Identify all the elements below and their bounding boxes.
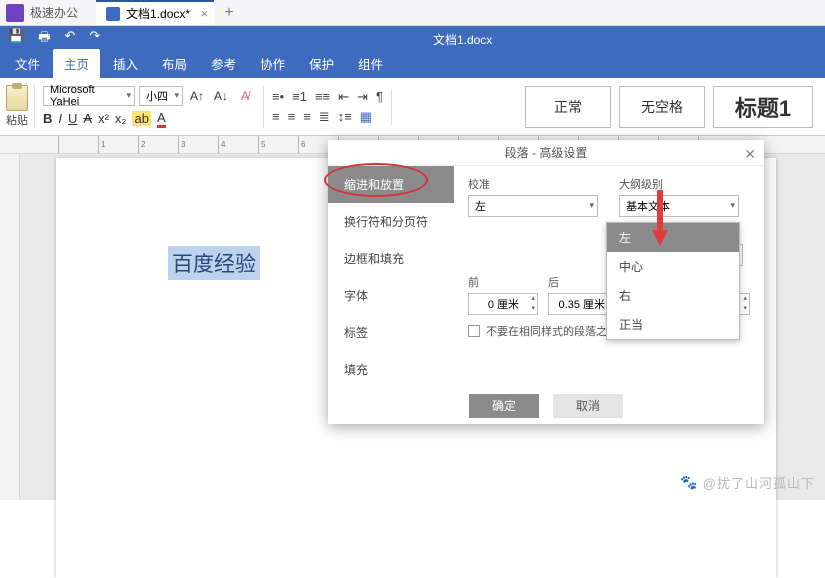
align-option-center[interactable]: 中心 bbox=[607, 252, 739, 281]
numbering-button[interactable]: ≡1 bbox=[292, 89, 307, 105]
vertical-ruler[interactable] bbox=[0, 154, 20, 500]
paste-label: 粘贴 bbox=[6, 112, 28, 128]
shading-button[interactable]: ▦ bbox=[360, 109, 372, 125]
grow-font-icon[interactable]: A↑ bbox=[187, 86, 207, 106]
bold-button[interactable]: B bbox=[43, 111, 52, 126]
ribbon-tab-insert[interactable]: 插入 bbox=[102, 49, 149, 78]
ribbon-tab-file[interactable]: 文件 bbox=[4, 49, 51, 78]
font-size-combo[interactable]: 小四 bbox=[139, 86, 183, 106]
show-marks-button[interactable]: ¶ bbox=[376, 89, 383, 105]
font-color-button[interactable]: A bbox=[157, 110, 166, 128]
ribbon-tab-protect[interactable]: 保护 bbox=[298, 49, 345, 78]
ribbon-tab-layout[interactable]: 布局 bbox=[151, 49, 198, 78]
redo-icon[interactable]: ↷ bbox=[89, 28, 100, 50]
increase-indent-button[interactable]: ⇥ bbox=[357, 89, 368, 105]
align-right-button[interactable]: ≡ bbox=[303, 109, 311, 125]
bullets-button[interactable]: ≡• bbox=[272, 89, 284, 105]
sidebar-item-fill[interactable]: 填充 bbox=[328, 351, 454, 388]
italic-button[interactable]: I bbox=[58, 111, 62, 126]
sidebar-item-font[interactable]: 字体 bbox=[328, 277, 454, 314]
paste-icon[interactable] bbox=[6, 85, 28, 111]
paragraph-group: ≡• ≡1 ≡≡ ⇤ ⇥ ¶ ≡ ≡ ≡ ≣ ↕≡ ▦ bbox=[272, 89, 392, 125]
checkbox-icon bbox=[468, 325, 480, 337]
label-outline: 大纲级别 bbox=[619, 176, 750, 192]
shrink-font-icon[interactable]: A↓ bbox=[211, 86, 231, 106]
align-option-right[interactable]: 右 bbox=[607, 281, 739, 310]
ribbon-tab-components[interactable]: 组件 bbox=[347, 49, 394, 78]
dialog-titlebar[interactable]: 段落 - 高级设置 ✕ bbox=[328, 140, 764, 166]
app-icon bbox=[6, 4, 24, 22]
sidebar-item-indent[interactable]: 缩进和放置 bbox=[328, 166, 454, 203]
close-tab-icon[interactable]: × bbox=[200, 6, 208, 21]
dialog-title: 段落 - 高级设置 bbox=[505, 144, 588, 161]
ribbon-tab-references[interactable]: 参考 bbox=[200, 49, 247, 78]
save-icon[interactable]: 💾 bbox=[8, 28, 24, 50]
multilevel-button[interactable]: ≡≡ bbox=[315, 89, 330, 105]
ribbon-home: 粘贴 Microsoft YaHei 小四 A↑ A↓ A̸ B I U A x… bbox=[0, 78, 825, 136]
underline-button[interactable]: U bbox=[68, 111, 77, 126]
clear-format-icon[interactable]: A̸ bbox=[235, 86, 255, 106]
app-name: 极速办公 bbox=[30, 0, 78, 25]
alignment-dropdown: 左 中心 右 正当 bbox=[606, 222, 740, 340]
label-before: 前 bbox=[468, 274, 538, 290]
ribbon-tab-collab[interactable]: 协作 bbox=[249, 49, 296, 78]
spacing-before-input[interactable]: 0 厘米 bbox=[468, 293, 538, 315]
highlight-button[interactable]: ab bbox=[132, 111, 150, 126]
style-nospace[interactable]: 无空格 bbox=[619, 86, 705, 128]
watermark: @扰了山河孤山下 bbox=[680, 473, 815, 492]
ribbon-tabs: 文件 主页 插入 布局 参考 协作 保护 组件 bbox=[0, 52, 825, 78]
alignment-combo[interactable]: 左 bbox=[468, 195, 598, 217]
doc-icon bbox=[106, 7, 120, 21]
subscript-button[interactable]: x₂ bbox=[115, 111, 127, 126]
dialog-sidebar: 缩进和放置 换行符和分页符 边框和填充 字体 标签 填充 bbox=[328, 166, 454, 388]
style-normal[interactable]: 正常 bbox=[525, 86, 611, 128]
superscript-button[interactable]: x² bbox=[98, 111, 109, 126]
outline-combo[interactable]: 基本文本 bbox=[619, 195, 739, 217]
font-name-combo[interactable]: Microsoft YaHei bbox=[43, 86, 135, 106]
styles-group: 正常 无空格 标题1 bbox=[525, 86, 813, 128]
label-alignment: 校准 bbox=[468, 176, 599, 192]
align-option-justify[interactable]: 正当 bbox=[607, 310, 739, 339]
document-tab[interactable]: 文档1.docx* × bbox=[96, 0, 214, 25]
sidebar-item-tabs[interactable]: 标签 bbox=[328, 314, 454, 351]
decrease-indent-button[interactable]: ⇤ bbox=[338, 89, 349, 105]
dialog-footer: 确定 取消 bbox=[328, 388, 764, 424]
ok-button[interactable]: 确定 bbox=[469, 394, 539, 418]
dialog-content: 校准 左 大纲级别 基本文本 .. 特别 (无) 0 厘米 bbox=[454, 166, 764, 388]
align-left-button[interactable]: ≡ bbox=[272, 109, 280, 125]
strike-button[interactable]: A bbox=[83, 111, 92, 126]
style-heading1[interactable]: 标题1 bbox=[713, 86, 813, 128]
dialog-close-icon[interactable]: ✕ bbox=[744, 146, 756, 163]
sidebar-item-label: 缩进和放置 bbox=[344, 178, 404, 192]
clipboard-group: 粘贴 bbox=[6, 85, 35, 128]
paragraph-dialog: 段落 - 高级设置 ✕ 缩进和放置 换行符和分页符 边框和填充 字体 标签 填充… bbox=[328, 140, 764, 424]
add-tab-button[interactable]: + bbox=[214, 0, 244, 25]
align-center-button[interactable]: ≡ bbox=[288, 109, 296, 125]
ribbon-tab-home[interactable]: 主页 bbox=[53, 49, 100, 78]
font-group: Microsoft YaHei 小四 A↑ A↓ A̸ B I U A x² x… bbox=[43, 86, 264, 128]
sidebar-item-breaks[interactable]: 换行符和分页符 bbox=[328, 203, 454, 240]
selected-text[interactable]: 百度经验 bbox=[168, 246, 260, 280]
sidebar-item-borders[interactable]: 边框和填充 bbox=[328, 240, 454, 277]
window-titlebar: 极速办公 文档1.docx* × + bbox=[0, 0, 825, 26]
print-icon[interactable]: 🖶 bbox=[38, 28, 50, 50]
align-justify-button[interactable]: ≣ bbox=[319, 109, 330, 125]
align-option-left[interactable]: 左 bbox=[607, 223, 739, 252]
document-tab-label: 文档1.docx* bbox=[126, 5, 190, 22]
document-title: 文档1.docx bbox=[100, 31, 825, 48]
undo-icon[interactable]: ↶ bbox=[64, 28, 75, 50]
cancel-button[interactable]: 取消 bbox=[553, 394, 623, 418]
line-spacing-button[interactable]: ↕≡ bbox=[338, 109, 352, 125]
